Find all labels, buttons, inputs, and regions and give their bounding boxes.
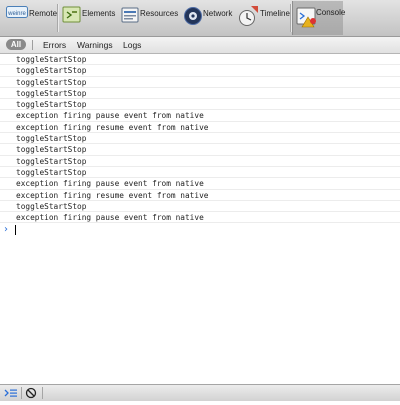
console-icon: [296, 7, 316, 28]
filter-warnings-button[interactable]: Warnings: [77, 40, 113, 50]
status-divider: [21, 387, 22, 399]
toolbar-divider: [57, 4, 59, 32]
show-console-icon: [4, 389, 17, 397]
console-message: toggleStartStop: [0, 65, 400, 77]
toolbar-elements-label: Elements: [82, 9, 116, 18]
console-message: toggleStartStop: [0, 201, 400, 213]
main-toolbar: weinre Remote Elements Resources Network: [0, 0, 400, 37]
filter-all-button[interactable]: All: [6, 39, 26, 50]
prompt-chevron-icon: ›: [4, 224, 8, 235]
status-bar: [0, 384, 400, 401]
toolbar-network-button[interactable]: Network: [183, 3, 235, 33]
toolbar-remote-label: Remote: [29, 9, 58, 18]
console-input-caret[interactable]: [15, 225, 16, 235]
console-message: exception firing pause event from native: [0, 110, 400, 122]
clear-console-button[interactable]: [23, 386, 41, 400]
timeline-icon: [239, 6, 258, 26]
console-message: toggleStartStop: [0, 156, 400, 167]
toolbar-timeline-button[interactable]: Timeline: [238, 3, 290, 33]
console-filter-bar: All Errors Warnings Logs: [0, 37, 400, 54]
elements-icon: [62, 6, 81, 23]
clear-console-icon: [25, 387, 37, 399]
show-console-button[interactable]: [2, 386, 20, 400]
toolbar-resources-button[interactable]: Resources: [120, 3, 178, 33]
console-message: exception firing pause event from native: [0, 212, 400, 224]
console-message-list: toggleStartStop toggleStartStop toggleSt…: [0, 54, 400, 224]
resources-icon: [121, 7, 139, 23]
console-message: toggleStartStop: [0, 88, 400, 100]
console-message: exception firing pause event from native: [0, 178, 400, 190]
console-message: toggleStartStop: [0, 144, 400, 156]
console-message: toggleStartStop: [0, 77, 400, 88]
filter-errors-button[interactable]: Errors: [43, 40, 66, 50]
console-message: exception firing resume event from nativ…: [0, 190, 400, 201]
toolbar-resources-label: Resources: [140, 9, 179, 18]
network-icon: [184, 7, 202, 25]
console-message: toggleStartStop: [0, 54, 400, 66]
weinre-logo-text: weinre: [7, 11, 26, 17]
toolbar-network-label: Network: [203, 9, 233, 18]
toolbar-timeline-label: Timeline: [260, 9, 290, 18]
console-message: toggleStartStop: [0, 167, 400, 179]
toolbar-console-button[interactable]: Console: [292, 1, 346, 35]
console-message: toggleStartStop: [0, 133, 400, 145]
status-divider: [42, 387, 43, 399]
toolbar-remote-button[interactable]: weinre Remote: [6, 3, 58, 33]
filter-logs-button[interactable]: Logs: [123, 40, 141, 50]
toolbar-elements-button[interactable]: Elements: [62, 3, 116, 33]
console-prompt[interactable]: ›: [0, 224, 400, 236]
toolbar-console-label: Console: [316, 8, 346, 17]
weinre-remote-icon: weinre: [6, 6, 28, 18]
console-message: toggleStartStop: [0, 99, 400, 111]
filter-divider: [32, 40, 33, 50]
console-message: exception firing resume event from nativ…: [0, 122, 400, 134]
